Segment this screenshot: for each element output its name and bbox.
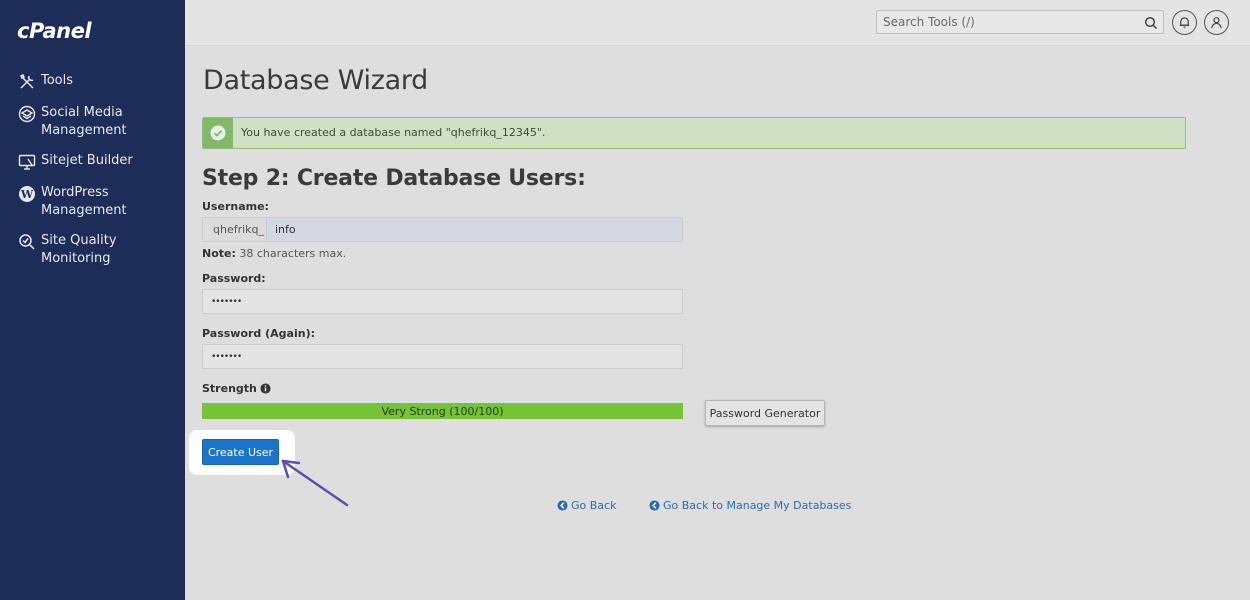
strength-meter: Very Strong (100/100) — [202, 403, 683, 419]
username-field: qhefrikq_ — [202, 217, 683, 242]
sidebar-item-label: Site Quality Monitoring — [41, 233, 117, 266]
page-title: Database Wizard — [203, 65, 429, 96]
success-alert: You have created a database named "qhefr… — [202, 117, 1186, 149]
username-prefix: qhefrikq_ — [203, 218, 267, 241]
site-quality-icon — [17, 232, 37, 252]
sidebar-item-tools[interactable]: Tools — [0, 72, 185, 92]
main-content: Database Wizard You have created a datab… — [185, 47, 1250, 600]
search-box — [876, 10, 1164, 34]
bell-icon — [1178, 16, 1191, 29]
top-bar — [185, 0, 1250, 46]
wordpress-icon: W — [17, 184, 37, 204]
username-input[interactable] — [275, 218, 675, 241]
sidebar: cPanel Tools Social Media Management Sit… — [0, 0, 185, 600]
username-label: Username: — [202, 200, 269, 213]
pointer-arrow-icon — [281, 459, 349, 507]
social-media-icon — [17, 104, 37, 124]
strength-text: Very Strong (100/100) — [381, 405, 504, 418]
info-icon[interactable] — [260, 383, 271, 394]
create-user-button[interactable]: Create User — [202, 439, 279, 465]
sidebar-nav: Tools Social Media Management Sitejet Bu… — [0, 72, 185, 280]
svg-text:W: W — [20, 188, 34, 201]
sidebar-item-social-media[interactable]: Social Media Management — [0, 104, 185, 140]
arrow-left-circle-icon — [649, 500, 663, 511]
sidebar-item-label: Tools — [41, 73, 74, 88]
step-title: Step 2: Create Database Users: — [202, 166, 586, 191]
strength-label: Strength — [202, 382, 271, 395]
password-again-field — [202, 344, 683, 369]
tools-icon — [17, 72, 37, 92]
username-note: Note: 38 characters max. — [202, 247, 347, 260]
sitejet-icon — [17, 152, 37, 172]
password-label: Password: — [202, 272, 266, 285]
password-field — [202, 289, 683, 314]
sidebar-item-label: Sitejet Builder — [41, 153, 133, 168]
sidebar-item-label: WordPress Management — [41, 185, 127, 218]
go-back-manage-databases-link[interactable]: Go Back to Manage My Databases — [649, 499, 851, 512]
arrow-left-circle-icon — [557, 500, 571, 511]
sidebar-item-sitejet[interactable]: Sitejet Builder — [0, 152, 185, 172]
password-generator-button[interactable]: Password Generator — [705, 400, 825, 426]
check-circle-icon — [210, 125, 226, 141]
notifications-button[interactable] — [1172, 10, 1197, 35]
user-menu-button[interactable] — [1204, 10, 1229, 35]
cpanel-logo[interactable]: cPanel — [17, 19, 92, 43]
user-icon — [1210, 16, 1223, 29]
sidebar-item-wordpress[interactable]: W WordPress Management — [0, 184, 185, 220]
alert-message: You have created a database named "qhefr… — [241, 126, 546, 139]
password-again-input[interactable] — [211, 345, 676, 368]
go-back-link[interactable]: Go Back — [557, 499, 616, 512]
sidebar-item-site-quality[interactable]: Site Quality Monitoring — [0, 232, 185, 268]
search-input[interactable] — [877, 11, 1137, 33]
password-input[interactable] — [211, 290, 676, 313]
password-again-label: Password (Again): — [202, 327, 315, 340]
alert-icon-box — [203, 118, 233, 148]
search-icon[interactable] — [1144, 15, 1158, 30]
sidebar-item-label: Social Media Management — [41, 105, 127, 138]
